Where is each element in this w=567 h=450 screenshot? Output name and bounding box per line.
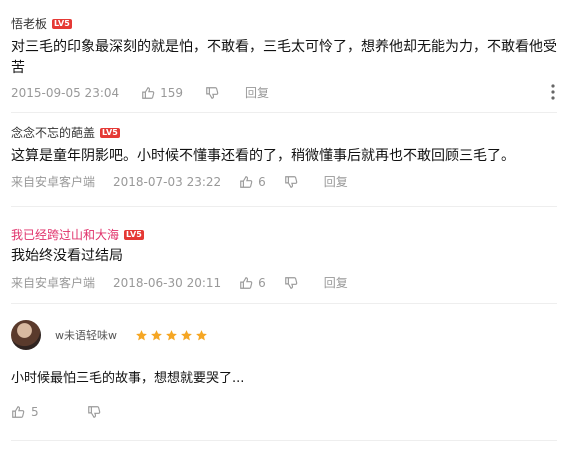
review-meta: 5 [11, 405, 101, 419]
dislike-button[interactable] [87, 405, 101, 419]
divider [11, 440, 557, 441]
comment-2-content: 这算是童年阴影吧。小时候不懂事还看的了，稍微懂事后就再也不敢回顾三毛了。 [11, 148, 515, 164]
star-icon [151, 329, 162, 340]
more-options-icon[interactable] [551, 84, 555, 104]
dislike-button[interactable] [284, 276, 298, 290]
level-badge: LV5 [124, 229, 144, 240]
username[interactable]: 念念不忘的葩盖 [11, 124, 95, 141]
divider [11, 206, 557, 207]
divider [11, 303, 557, 304]
divider [11, 112, 557, 113]
comment-1-content: 对三毛的印象最深刻的就是怕，不敢看，三毛太可怜了，想养他却无能为力，不敢看他受苦 [11, 39, 557, 76]
thumbs-down-icon [284, 175, 298, 189]
username[interactable]: 我已经跨过山和大海 [11, 226, 119, 243]
level-badge: LV5 [52, 18, 72, 29]
star-icon [181, 329, 192, 340]
level-badge: LV5 [100, 127, 120, 138]
comment-1-user: 悟老板 LV5 [11, 15, 72, 32]
thumbs-up-icon [141, 86, 155, 100]
dislike-button[interactable] [284, 175, 298, 189]
review-content: 小时候最怕三毛的故事，想想就要哭了... [11, 371, 245, 386]
thumbs-down-icon [87, 405, 101, 419]
thumbs-down-icon [284, 276, 298, 290]
comment-2-meta: 来自安卓客户端 2018-07-03 23:22 6 回复 [11, 173, 348, 190]
comment-time: 2018-06-30 20:11 [113, 275, 222, 290]
comment-source: 来自安卓客户端 [11, 276, 96, 290]
username[interactable]: 悟老板 [11, 15, 47, 32]
comment-3-meta: 来自安卓客户端 2018-06-30 20:11 6 回复 [11, 274, 348, 291]
star-icon [136, 329, 147, 340]
like-count: 6 [258, 275, 266, 290]
thumbs-up-icon [11, 405, 25, 419]
reply-button[interactable]: 回复 [324, 274, 348, 291]
like-button[interactable]: 6 [239, 175, 266, 189]
username[interactable]: w未语轻味w [55, 327, 117, 343]
review-user: w未语轻味w [55, 327, 208, 343]
like-button[interactable]: 5 [11, 405, 39, 419]
star-icon [166, 329, 177, 340]
comment-time: 2018-07-03 23:22 [113, 174, 222, 189]
comment-3-user: 我已经跨过山和大海 LV5 [11, 226, 144, 243]
thumbs-up-icon [239, 175, 253, 189]
reply-button[interactable]: 回复 [324, 173, 348, 190]
star-icon [196, 329, 207, 340]
rating-stars [135, 329, 208, 342]
like-button[interactable]: 159 [141, 86, 183, 100]
comment-source: 来自安卓客户端 [11, 175, 96, 189]
reply-button[interactable]: 回复 [245, 84, 269, 101]
avatar[interactable] [11, 320, 41, 350]
like-button[interactable]: 6 [239, 276, 266, 290]
dislike-button[interactable] [205, 86, 219, 100]
comment-time: 2015-09-05 23:04 [11, 85, 120, 100]
thumbs-up-icon [239, 276, 253, 290]
like-count: 159 [160, 85, 184, 100]
comment-2-user: 念念不忘的葩盖 LV5 [11, 124, 120, 141]
comment-1-meta: 2015-09-05 23:04 159 回复 [11, 84, 269, 101]
comment-3-content: 我始终没看过结局 [11, 248, 123, 264]
like-count: 5 [31, 405, 39, 419]
like-count: 6 [258, 174, 266, 189]
thumbs-down-icon [205, 86, 219, 100]
